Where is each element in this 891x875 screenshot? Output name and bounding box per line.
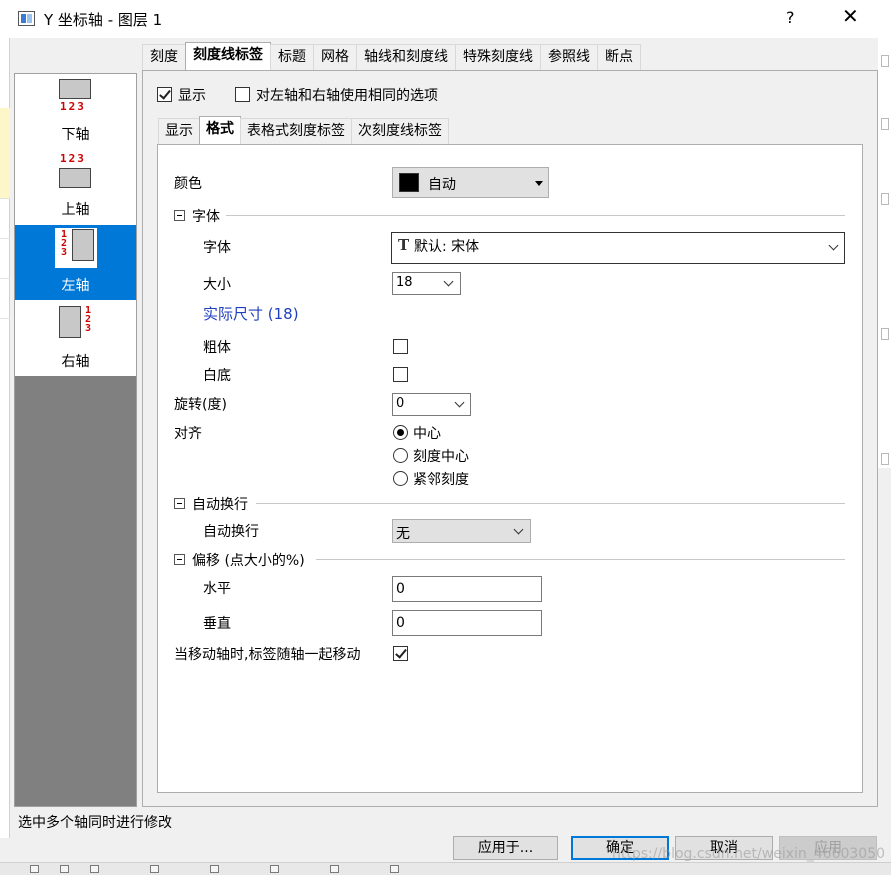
truetype-icon: T (398, 236, 410, 254)
tab-grid[interactable]: 网格 (313, 44, 357, 70)
tab-special-ticks[interactable]: 特殊刻度线 (455, 44, 541, 70)
window-title: Y 坐标轴 - 图层 1 (44, 11, 163, 29)
chevron-down-icon (513, 524, 524, 535)
font-select[interactable]: T 默认: 宋体 (391, 232, 845, 264)
font-label: 字体 (203, 240, 231, 256)
background-worksheet (0, 38, 10, 838)
tab-scale[interactable]: 刻度 (142, 44, 186, 70)
axis-list: 123 下轴 123 上轴 123 左轴 123 右轴 (15, 74, 136, 376)
rotation-select[interactable]: 0 (392, 393, 471, 416)
subtab-display[interactable]: 显示 (158, 118, 200, 144)
wrap-value: 无 (396, 526, 410, 542)
main-tab-bar: 刻度 刻度线标签 标题 网格 轴线和刻度线 特殊刻度线 参照线 断点 (142, 42, 641, 70)
left-axis-numbers: 123 (60, 229, 68, 258)
move-with-axis-label: 当移动轴时,标签随轴一起移动 (174, 647, 361, 663)
horizontal-label: 水平 (203, 581, 231, 597)
window-icon (18, 11, 35, 26)
title-bar: Y 坐标轴 - 图层 1 ? ✕ (0, 0, 891, 38)
right-axis-numbers: 123 (84, 305, 92, 334)
sidebar-item-label: 下轴 (61, 127, 90, 143)
tab-line-ticks[interactable]: 轴线和刻度线 (356, 44, 456, 70)
wrap-label: 自动换行 (203, 524, 259, 540)
sidebar-item-bottom-axis[interactable]: 123 下轴 (15, 74, 136, 149)
move-with-axis-checkbox[interactable] (393, 646, 408, 661)
horizontal-offset-input[interactable]: 0 (392, 576, 542, 602)
align-center-radio[interactable] (393, 425, 408, 440)
chevron-down-icon (443, 276, 454, 287)
offset-section-divider (316, 559, 845, 560)
top-axis-numbers: 123 (60, 152, 86, 165)
vertical-offset-value: 0 (396, 615, 405, 631)
color-label: 颜色 (174, 176, 202, 192)
align-tick-center-label: 刻度中心 (413, 449, 469, 465)
sidebar-item-label: 右轴 (61, 354, 90, 370)
sidebar-item-label: 上轴 (61, 202, 90, 218)
rotation-label: 旋转(度) (174, 397, 227, 413)
axis-sidebar: 123 下轴 123 上轴 123 左轴 123 右轴 (14, 73, 137, 807)
watermark-text: https://blog.csdn.net/weixin_46603050 (612, 846, 886, 862)
tab-breaks[interactable]: 断点 (597, 44, 641, 70)
align-center-label: 中心 (413, 426, 441, 442)
align-label: 对齐 (174, 426, 202, 442)
vertical-label: 垂直 (203, 616, 231, 632)
bold-checkbox[interactable] (393, 339, 408, 354)
axis-dialog: Y 坐标轴 - 图层 1 ? ✕ 刻度 刻度线标签 标题 网格 轴线和刻度线 特… (0, 0, 891, 875)
tab-title[interactable]: 标题 (270, 44, 314, 70)
sidebar-item-left-axis[interactable]: 123 左轴 (15, 225, 136, 300)
size-label: 大小 (203, 277, 231, 293)
align-next-to-tick-radio[interactable] (393, 471, 408, 486)
chevron-down-icon (828, 240, 839, 251)
bottom-axis-icon (59, 79, 91, 99)
font-value: 默认: 宋体 (414, 239, 480, 255)
font-collapse-icon[interactable] (174, 210, 185, 221)
offset-collapse-icon[interactable] (174, 554, 185, 565)
subtab-table-labels[interactable]: 表格式刻度标签 (240, 118, 352, 144)
left-axis-icon (72, 229, 94, 261)
top-axis-icon (59, 168, 91, 188)
size-value: 18 (396, 275, 413, 290)
apply-to-button[interactable]: 应用于... (453, 836, 558, 860)
show-checkbox[interactable] (157, 87, 172, 102)
right-axis-icon (59, 306, 81, 338)
wrap-section-title: 自动换行 (192, 497, 248, 513)
tab-tick-labels[interactable]: 刻度线标签 (185, 42, 271, 70)
background-worksheet-right (878, 38, 891, 468)
size-select[interactable]: 18 (392, 272, 461, 295)
horizontal-offset-value: 0 (396, 581, 405, 597)
color-value: 自动 (428, 177, 456, 193)
show-label: 显示 (178, 88, 206, 104)
color-dropdown[interactable]: 自动 (392, 167, 549, 198)
color-swatch (399, 173, 419, 192)
font-section-title: 字体 (192, 209, 220, 225)
actual-size-link[interactable]: 实际尺寸 (18) (203, 303, 299, 324)
subtab-format[interactable]: 格式 (199, 116, 241, 144)
sidebar-item-top-axis[interactable]: 123 上轴 (15, 149, 136, 224)
wrap-section-divider (256, 503, 845, 504)
bottom-axis-numbers: 123 (60, 100, 86, 113)
sidebar-item-label: 左轴 (61, 278, 90, 294)
same-options-label: 对左轴和右轴使用相同的选项 (256, 88, 438, 104)
white-bg-checkbox[interactable] (393, 367, 408, 382)
tab-reference-lines[interactable]: 参照线 (540, 44, 598, 70)
bold-label: 粗体 (203, 340, 231, 356)
offset-section-title: 偏移 (点大小的%) (192, 553, 305, 569)
subtab-minor-labels[interactable]: 次刻度线标签 (351, 118, 449, 144)
wrap-select[interactable]: 无 (392, 519, 531, 543)
close-button[interactable]: ✕ (842, 5, 859, 27)
status-text: 选中多个轴同时进行修改 (18, 815, 172, 831)
help-button[interactable]: ? (786, 8, 795, 27)
same-options-checkbox[interactable] (235, 87, 250, 102)
align-tick-center-radio[interactable] (393, 448, 408, 463)
sub-tab-bar: 显示 格式 表格式刻度标签 次刻度线标签 (158, 116, 449, 144)
sidebar-item-right-axis[interactable]: 123 右轴 (15, 301, 136, 376)
vertical-offset-input[interactable]: 0 (392, 610, 542, 636)
font-section-divider (226, 215, 845, 216)
white-bg-label: 白底 (203, 368, 231, 384)
dropdown-arrow-icon (535, 181, 543, 186)
wrap-collapse-icon[interactable] (174, 498, 185, 509)
rotation-value: 0 (396, 396, 405, 411)
chevron-down-icon (454, 397, 465, 408)
background-toolbar (0, 862, 891, 875)
align-next-to-tick-label: 紧邻刻度 (413, 472, 469, 488)
